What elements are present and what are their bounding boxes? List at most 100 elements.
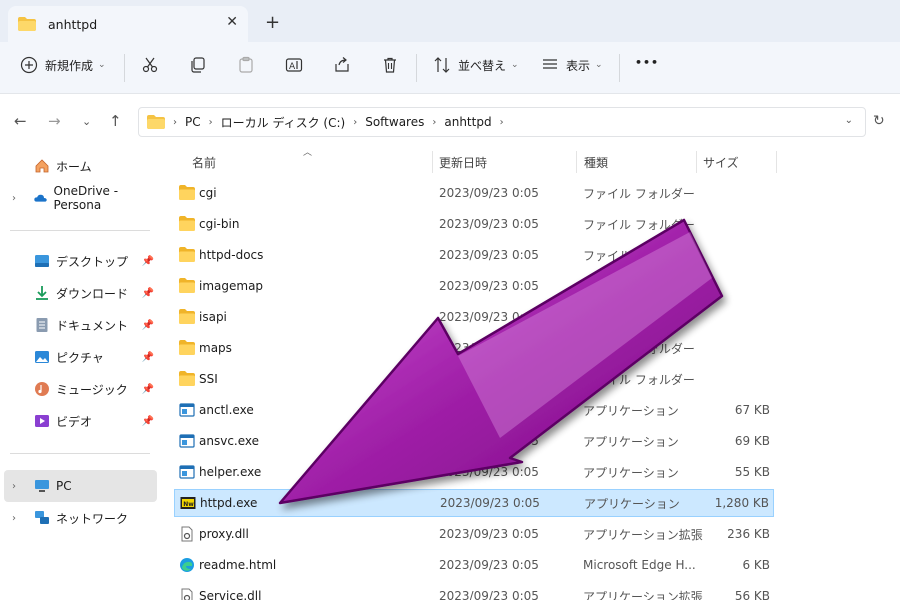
new-tab-button[interactable]: + — [265, 12, 280, 33]
music-icon — [35, 382, 49, 396]
breadcrumb-pc[interactable]: PC — [185, 115, 201, 129]
column-divider[interactable] — [696, 151, 697, 173]
pin-icon[interactable]: 📌 — [142, 384, 154, 395]
network-icon — [35, 511, 49, 524]
column-header-date[interactable]: 更新日時 — [439, 147, 487, 177]
rename-button[interactable]: A — [285, 56, 303, 74]
column-header-size[interactable]: サイズ — [703, 147, 739, 177]
toolbar-divider — [416, 54, 417, 82]
breadcrumb-local-disk[interactable]: ローカル ディスク (C:) — [221, 114, 346, 131]
chevron-right-icon[interactable]: › — [173, 117, 177, 128]
file-row[interactable]: cgi-bin 2023/09/23 0:05 ファイル フォルダー — [174, 210, 774, 238]
file-date: 2023/09/23 0:05 — [439, 527, 539, 541]
file-row[interactable]: cgi 2023/09/23 0:05 ファイル フォルダー — [174, 179, 774, 207]
chevron-right-icon[interactable]: › — [209, 117, 213, 128]
cut-button[interactable] — [141, 56, 159, 74]
close-tab-icon[interactable]: ✕ — [226, 14, 238, 30]
sidebar-item-pc[interactable]: › PC — [4, 470, 157, 502]
file-type: ファイル フォルダー — [583, 310, 695, 325]
file-row[interactable]: Nw httpd.exe 2023/09/23 0:05 アプリケーション 1,280 … — [174, 489, 774, 517]
sidebar-item-music[interactable]: ミュージック 📌 — [0, 373, 160, 405]
view-button[interactable]: 表示 ⌄ — [541, 56, 603, 74]
chevron-down-icon: ⌄ — [511, 60, 519, 70]
chevron-right-icon[interactable]: › — [353, 117, 357, 128]
forward-arrow-icon[interactable]: → — [48, 112, 61, 130]
title-bar: anhttpd ✕ + — [0, 0, 900, 42]
sidebar-item-onedrive[interactable]: › OneDrive - Persona — [0, 182, 160, 214]
breadcrumb-anhttpd[interactable]: anhttpd — [444, 115, 491, 129]
sidebar-item-desktop[interactable]: デスクトップ 📌 — [0, 245, 160, 277]
sidebar-divider — [10, 230, 150, 231]
file-type: アプリケーション拡張 — [583, 527, 703, 542]
file-type: アプリケーション — [583, 403, 679, 418]
expand-chevron-icon[interactable]: › — [12, 481, 26, 492]
sort-button[interactable]: 並べ替え ⌄ — [433, 56, 519, 74]
sidebar-item-videos[interactable]: ビデオ 📌 — [0, 405, 160, 437]
file-type: ファイル フォルダー — [583, 341, 695, 356]
paste-icon — [239, 56, 253, 73]
file-type: Microsoft Edge H... — [583, 558, 696, 572]
share-icon — [335, 57, 349, 72]
file-row[interactable]: readme.html 2023/09/23 0:05 Microsoft Edge… — [174, 551, 774, 579]
chevron-right-icon[interactable]: › — [432, 117, 436, 128]
file-name: httpd.exe — [200, 496, 258, 510]
expand-chevron-icon[interactable]: › — [12, 193, 25, 204]
file-row[interactable]: proxy.dll 2023/09/23 0:05 アプリケーション拡張 236 KB — [174, 520, 774, 548]
sidebar-item-downloads[interactable]: ダウンロード 📌 — [0, 277, 160, 309]
address-bar[interactable]: › PC › ローカル ディスク (C:) › Softwares › anht… — [138, 107, 866, 137]
pin-icon[interactable]: 📌 — [142, 352, 154, 363]
pin-icon[interactable]: 📌 — [142, 288, 154, 299]
chevron-right-icon[interactable]: › — [500, 117, 504, 128]
share-button[interactable] — [333, 56, 351, 74]
edge-icon — [180, 558, 194, 572]
rename-icon: A — [285, 58, 303, 72]
pin-icon[interactable]: 📌 — [142, 320, 154, 331]
file-row[interactable]: Service.dll 2023/09/23 0:05 アプリケーション拡張 56 K… — [174, 582, 774, 600]
up-arrow-icon[interactable]: ↑ — [109, 112, 122, 130]
file-date: 2023/09/23 0:05 — [439, 403, 539, 417]
sidebar-item-documents[interactable]: ドキュメント 📌 — [0, 309, 160, 341]
command-bar: 新規作成 ⌄ A 並べ替え ⌄ 表示 ⌄ ••• — [0, 42, 900, 94]
sidebar-item-label: OneDrive - Persona — [53, 184, 119, 212]
new-button[interactable]: 新規作成 ⌄ — [20, 56, 106, 74]
file-row[interactable]: isapi 2023/09/23 0:05 ファイル フォルダー — [174, 303, 774, 331]
sidebar-item-home[interactable]: ホーム — [0, 150, 160, 182]
back-arrow-icon[interactable]: ← — [14, 112, 27, 130]
copy-button[interactable] — [189, 56, 207, 74]
file-name: SSI — [199, 372, 218, 386]
column-divider[interactable] — [576, 151, 577, 173]
file-row[interactable]: ansvc.exe 2023/09/23 0:05 アプリケーション 69 KB — [174, 427, 774, 455]
sidebar-item-label: デスクトップ — [56, 254, 129, 269]
tab-anhttpd[interactable]: anhttpd ✕ — [8, 6, 248, 42]
file-row[interactable]: anctl.exe 2023/09/23 0:05 アプリケーション 67 KB — [174, 396, 774, 424]
more-options-button[interactable]: ••• — [635, 56, 659, 69]
file-name: cgi — [199, 186, 217, 200]
sidebar-item-pictures[interactable]: ピクチャ 📌 — [0, 341, 160, 373]
folder-icon — [179, 278, 195, 293]
paste-button[interactable] — [237, 56, 255, 74]
file-row[interactable]: imagemap 2023/09/23 0:05 ファイル フォルダー — [174, 272, 774, 300]
pin-icon[interactable]: 📌 — [142, 256, 154, 267]
column-divider[interactable] — [432, 151, 433, 173]
column-header-type[interactable]: 種類 — [584, 147, 608, 177]
pin-icon[interactable]: 📌 — [142, 416, 154, 427]
recent-locations-icon[interactable]: ⌄ — [82, 115, 91, 128]
file-date: 2023/09/23 0:05 — [439, 372, 539, 386]
sort-icon — [434, 57, 450, 73]
sidebar-item-network[interactable]: › ネットワーク — [0, 502, 160, 534]
address-dropdown-icon[interactable]: ⌄ — [845, 115, 853, 126]
file-row[interactable]: SSI 2023/09/23 0:05 ファイル フォルダー — [174, 365, 774, 393]
refresh-icon[interactable]: ↻ — [873, 113, 885, 129]
file-row[interactable]: helper.exe 2023/09/23 0:05 アプリケーション 55 KB — [174, 458, 774, 486]
file-date: 2023/09/23 0:05 — [439, 341, 539, 355]
file-row[interactable]: httpd-docs 2023/09/23 0:05 ファイル フォルダー — [174, 241, 774, 269]
new-button-label: 新規作成 — [45, 58, 94, 73]
breadcrumb-softwares[interactable]: Softwares — [365, 115, 424, 129]
file-size: 6 KB — [742, 558, 770, 572]
column-divider[interactable] — [776, 151, 777, 173]
file-row[interactable]: maps 2023/09/23 0:05 ファイル フォルダー — [174, 334, 774, 362]
column-header-name[interactable]: 名前 — [192, 147, 216, 177]
file-type: アプリケーション拡張 — [583, 589, 703, 600]
expand-chevron-icon[interactable]: › — [12, 513, 26, 524]
delete-button[interactable] — [381, 56, 399, 74]
